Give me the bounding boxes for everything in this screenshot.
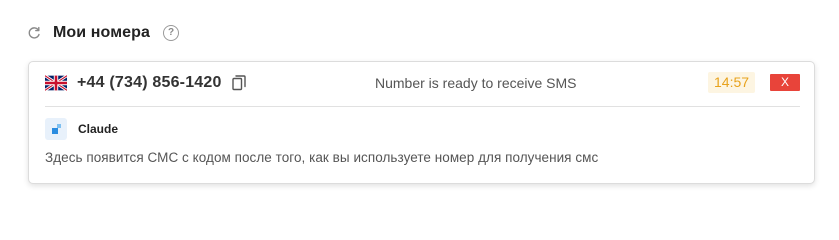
sms-placeholder-text: Здесь появится СМС с кодом после того, к… (45, 150, 599, 165)
service-row: Claude (45, 118, 118, 140)
countdown-timer: 14:57 (708, 72, 756, 93)
section-header: Мои номера ? (27, 22, 180, 44)
number-row: +44 (734) 856-1420 Number is ready to re… (45, 72, 800, 94)
refresh-icon[interactable] (27, 26, 41, 40)
page-title: Мои номера (53, 24, 151, 41)
status-text: Number is ready to receive SMS (375, 75, 577, 91)
service-name: Claude (78, 122, 119, 136)
uk-flag-icon (45, 75, 67, 91)
phone-number: +44 (734) 856-1420 (77, 74, 222, 91)
help-icon[interactable]: ? (163, 25, 180, 41)
claude-service-icon (45, 118, 67, 140)
cancel-number-button[interactable]: X (770, 74, 800, 91)
page: Мои номера ? +44 (734) 856-1420 Number i… (0, 0, 839, 225)
copy-icon[interactable] (231, 75, 246, 91)
divider (45, 106, 800, 107)
number-card: +44 (734) 856-1420 Number is ready to re… (28, 61, 815, 184)
